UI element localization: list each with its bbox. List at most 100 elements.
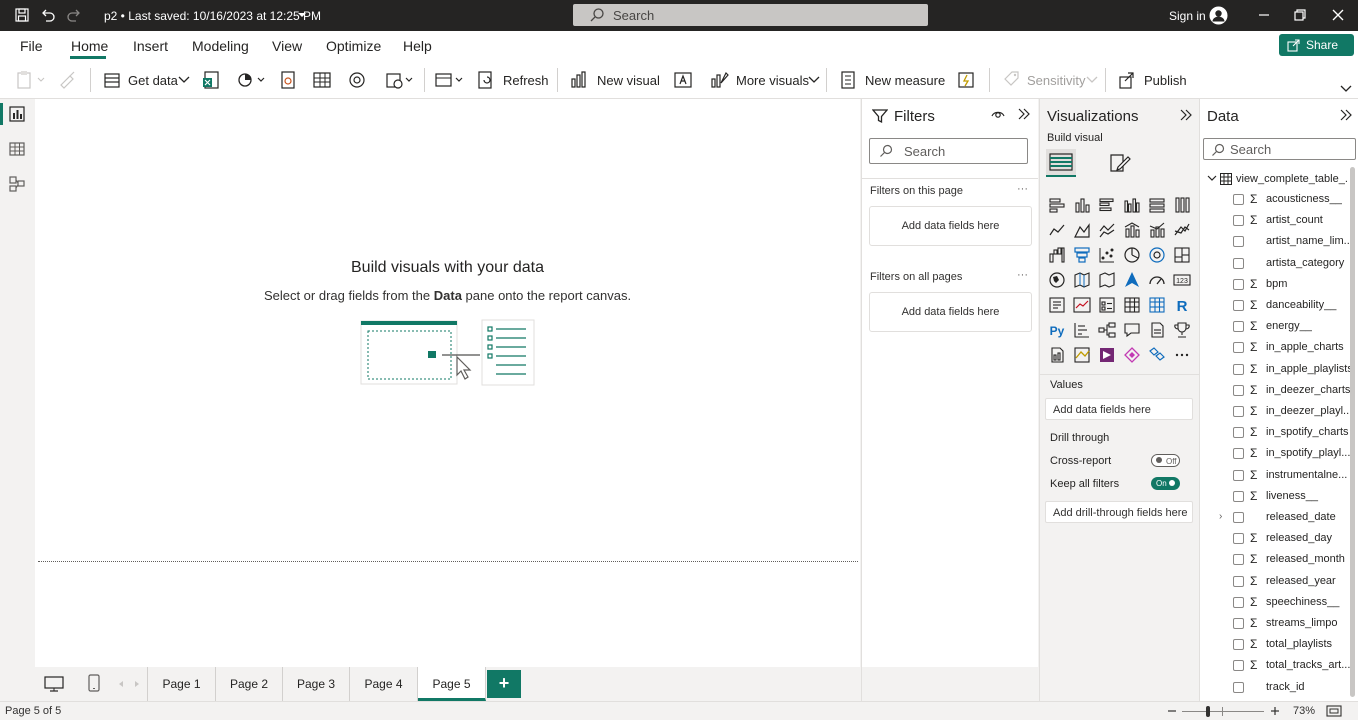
field-checkbox[interactable] <box>1233 279 1244 290</box>
field-checkbox[interactable] <box>1233 194 1244 205</box>
field-checkbox[interactable] <box>1233 448 1244 459</box>
menu-modeling[interactable]: Modeling <box>192 38 249 54</box>
smart-narrative-icon[interactable] <box>1148 346 1166 364</box>
field-item[interactable]: Σin_spotify_playl... <box>1200 444 1350 464</box>
chevron-down-icon[interactable] <box>297 11 307 19</box>
table-view-icon[interactable] <box>9 141 25 157</box>
model-view-icon[interactable] <box>9 176 25 192</box>
all-pages-filter-dropzone[interactable]: Add data fields here <box>869 292 1032 332</box>
funnel-icon[interactable] <box>1073 246 1091 264</box>
menu-home[interactable]: Home <box>71 38 108 54</box>
field-checkbox[interactable] <box>1233 427 1244 438</box>
enter-data-icon[interactable] <box>312 69 332 91</box>
format-painter-icon[interactable] <box>58 69 78 91</box>
field-item[interactable]: Σinstrumentalne... <box>1200 466 1350 486</box>
minimize-icon[interactable] <box>1256 7 1272 23</box>
new-visual-icon[interactable] <box>569 69 589 91</box>
undo-icon[interactable] <box>40 7 56 23</box>
drill-through-dropzone[interactable]: Add drill-through fields here <box>1045 501 1193 523</box>
field-item[interactable]: Σenergy__ <box>1200 317 1350 337</box>
collapse-pane-icon[interactable] <box>1179 108 1193 122</box>
field-item[interactable]: Σin_apple_charts <box>1200 338 1350 358</box>
more-visuals-icon[interactable] <box>709 69 729 91</box>
shape-map-icon[interactable] <box>1098 271 1116 289</box>
get-data-button[interactable]: Get data <box>128 73 178 88</box>
new-measure-icon[interactable] <box>838 69 858 91</box>
avatar-icon[interactable] <box>1209 6 1228 25</box>
publish-button[interactable]: Publish <box>1144 73 1187 88</box>
chevron-right-icon[interactable]: › <box>1219 511 1222 522</box>
tab-page-5[interactable]: Page 5 <box>418 667 486 701</box>
keep-all-filters-toggle[interactable]: On <box>1151 477 1180 490</box>
tab-page-4[interactable]: Page 4 <box>350 667 418 701</box>
field-checkbox[interactable] <box>1233 660 1244 671</box>
field-checkbox[interactable] <box>1233 215 1244 226</box>
menu-file[interactable]: File <box>20 38 43 54</box>
transform-icon[interactable] <box>434 69 466 91</box>
recent-sources-icon[interactable] <box>346 69 368 91</box>
restore-icon[interactable] <box>1292 7 1308 23</box>
field-item[interactable]: Σstreams_limpo <box>1200 614 1350 634</box>
field-item[interactable]: Σreleased_year <box>1200 572 1350 592</box>
field-item[interactable]: Σliveness__ <box>1200 487 1350 507</box>
field-item[interactable]: Σreleased_day <box>1200 529 1350 549</box>
map-icon[interactable] <box>1048 271 1066 289</box>
fit-to-page-icon[interactable] <box>1326 705 1342 717</box>
field-checkbox[interactable] <box>1233 491 1244 502</box>
scatter-chart-icon[interactable] <box>1098 246 1116 264</box>
matrix-icon[interactable] <box>1148 296 1166 314</box>
field-item[interactable]: artist_name_lim... <box>1200 232 1350 252</box>
field-item[interactable]: track_id <box>1200 678 1350 698</box>
transform-data-icon[interactable] <box>384 69 416 91</box>
clustered-column-icon[interactable] <box>1123 196 1141 214</box>
sign-in-link[interactable]: Sign in <box>1169 9 1206 23</box>
field-checkbox[interactable] <box>1233 406 1244 417</box>
tab-page-3[interactable]: Page 3 <box>283 667 350 701</box>
menu-insert[interactable]: Insert <box>133 38 168 54</box>
field-item[interactable]: Σtotal_playlists <box>1200 635 1350 655</box>
power-apps-icon[interactable] <box>1098 346 1116 364</box>
field-item[interactable]: › released_date <box>1200 508 1350 528</box>
qa-icon[interactable] <box>1123 321 1141 339</box>
field-item[interactable]: Σspeechiness__ <box>1200 593 1350 613</box>
more-visuals-icon[interactable] <box>1173 346 1191 364</box>
filters-search-input[interactable]: Search <box>869 138 1028 164</box>
new-visual-button[interactable]: New visual <box>597 73 660 88</box>
eye-icon[interactable] <box>991 107 1005 121</box>
waterfall-icon[interactable] <box>1048 246 1066 264</box>
paste-button[interactable] <box>16 69 46 91</box>
zoom-out-icon[interactable] <box>1167 705 1177 717</box>
menu-optimize[interactable]: Optimize <box>326 38 381 54</box>
menu-help[interactable]: Help <box>403 38 432 54</box>
collapse-pane-icon[interactable] <box>1339 108 1353 122</box>
page-filter-dropzone[interactable]: Add data fields here <box>869 206 1032 246</box>
publish-icon[interactable] <box>1117 69 1137 91</box>
field-checkbox[interactable] <box>1233 342 1244 353</box>
next-page-icon[interactable] <box>133 680 141 688</box>
field-checkbox[interactable] <box>1233 618 1244 629</box>
gauge-icon[interactable] <box>1148 271 1166 289</box>
pie-chart-icon[interactable] <box>1123 246 1141 264</box>
new-measure-button[interactable]: New measure <box>865 73 945 88</box>
tab-page-1[interactable]: Page 1 <box>148 667 216 701</box>
chevron-down-icon[interactable] <box>1086 76 1098 98</box>
build-visual-tab[interactable] <box>1046 149 1076 177</box>
stacked-bar-icon[interactable] <box>1048 196 1066 214</box>
donut-chart-icon[interactable] <box>1148 246 1166 264</box>
dataverse-icon[interactable] <box>236 69 268 91</box>
field-checkbox[interactable] <box>1233 639 1244 650</box>
narrative-icon[interactable] <box>1148 321 1166 339</box>
field-item[interactable]: Σdanceability__ <box>1200 296 1350 316</box>
field-item[interactable]: Σtotal_tracks_art... <box>1200 656 1350 676</box>
r-visual-icon[interactable]: R <box>1173 296 1191 314</box>
more-options-icon[interactable]: ··· <box>1017 183 1028 195</box>
chevron-down-icon[interactable] <box>1207 175 1217 183</box>
cross-report-toggle[interactable]: Off <box>1151 454 1180 467</box>
sensitivity-icon[interactable] <box>1001 69 1021 91</box>
collapse-pane-icon[interactable] <box>1017 107 1031 121</box>
text-box-icon[interactable] <box>673 69 693 91</box>
mobile-layout-icon[interactable] <box>88 674 100 692</box>
report-canvas[interactable]: Build visuals with your data Select or d… <box>35 99 860 667</box>
share-button[interactable]: Share <box>1279 34 1354 56</box>
zoom-in-icon[interactable] <box>1269 705 1281 717</box>
